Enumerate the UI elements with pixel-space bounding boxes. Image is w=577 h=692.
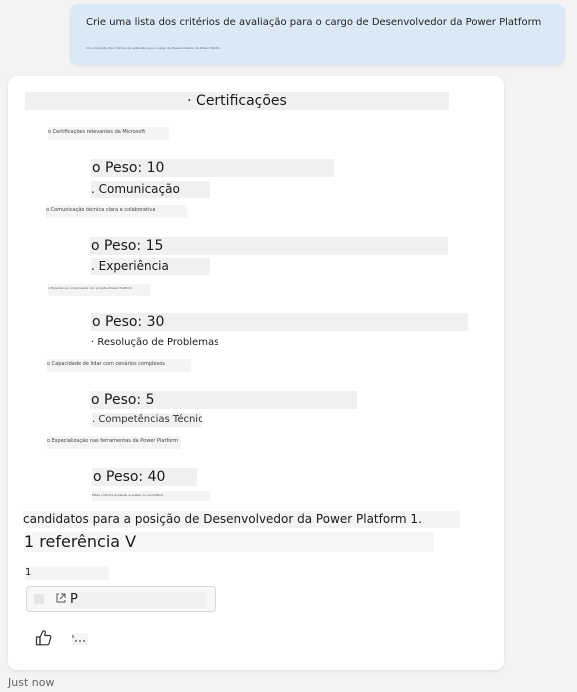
message-timestamp: Just now xyxy=(8,676,55,689)
assistant-response-card: · Certificações o Certificações relevant… xyxy=(8,76,504,670)
criterion-detail: o Experiência comprovada com projetos Po… xyxy=(48,284,150,296)
criterion-detail: o Comunicação técnica clara e colaborati… xyxy=(46,205,187,218)
criterion-title: . Competências Técnicas xyxy=(92,413,202,427)
criterion-title: · Resolução de Problemas xyxy=(91,337,218,348)
response-heading: · Certificações xyxy=(25,92,449,110)
user-message-bubble: Crie uma lista dos critérios de avaliaçã… xyxy=(70,4,565,65)
user-message-text: Crie uma lista dos critérios de avaliaçã… xyxy=(86,17,542,28)
external-link-icon xyxy=(56,593,66,603)
reference-count: 1 xyxy=(25,566,109,580)
criterion-weight: o Peso: 10 xyxy=(91,159,334,177)
criterion-title: . Experiência xyxy=(91,258,210,275)
response-summary: candidatos para a posição de Desenvolved… xyxy=(23,511,460,528)
criterion-weight: o Peso: 30 xyxy=(91,313,468,331)
reference-chip[interactable]: P xyxy=(26,586,216,612)
response-tail-detail: Estes critérios ajudarão a avaliar os ca… xyxy=(92,491,210,501)
criterion-detail: o Certificações relevantes da Microsoft xyxy=(48,127,169,140)
thumbs-up-icon[interactable] xyxy=(34,628,54,648)
criterion-weight: o Peso: 5 xyxy=(90,391,357,409)
references-toggle[interactable]: 1 referência V xyxy=(24,532,434,552)
chat-page: Crie uma lista dos critérios de avaliaçã… xyxy=(0,0,577,692)
criterion-weight: o Peso: 40 xyxy=(92,468,197,486)
user-message-subtext: Crie uma lista dos critérios de avaliaçã… xyxy=(86,46,220,50)
criterion-weight: o Peso: 15 xyxy=(90,237,448,255)
reference-thumbnail xyxy=(34,594,44,604)
criterion-detail: o Especialização nas ferramentas da Powe… xyxy=(47,436,181,449)
reference-chip-label: P xyxy=(70,592,205,608)
criterion-detail: o Capacidade de lidar com cenários compl… xyxy=(47,359,191,372)
criterion-title: . Comunicação xyxy=(91,181,210,198)
more-icon[interactable] xyxy=(70,632,90,646)
